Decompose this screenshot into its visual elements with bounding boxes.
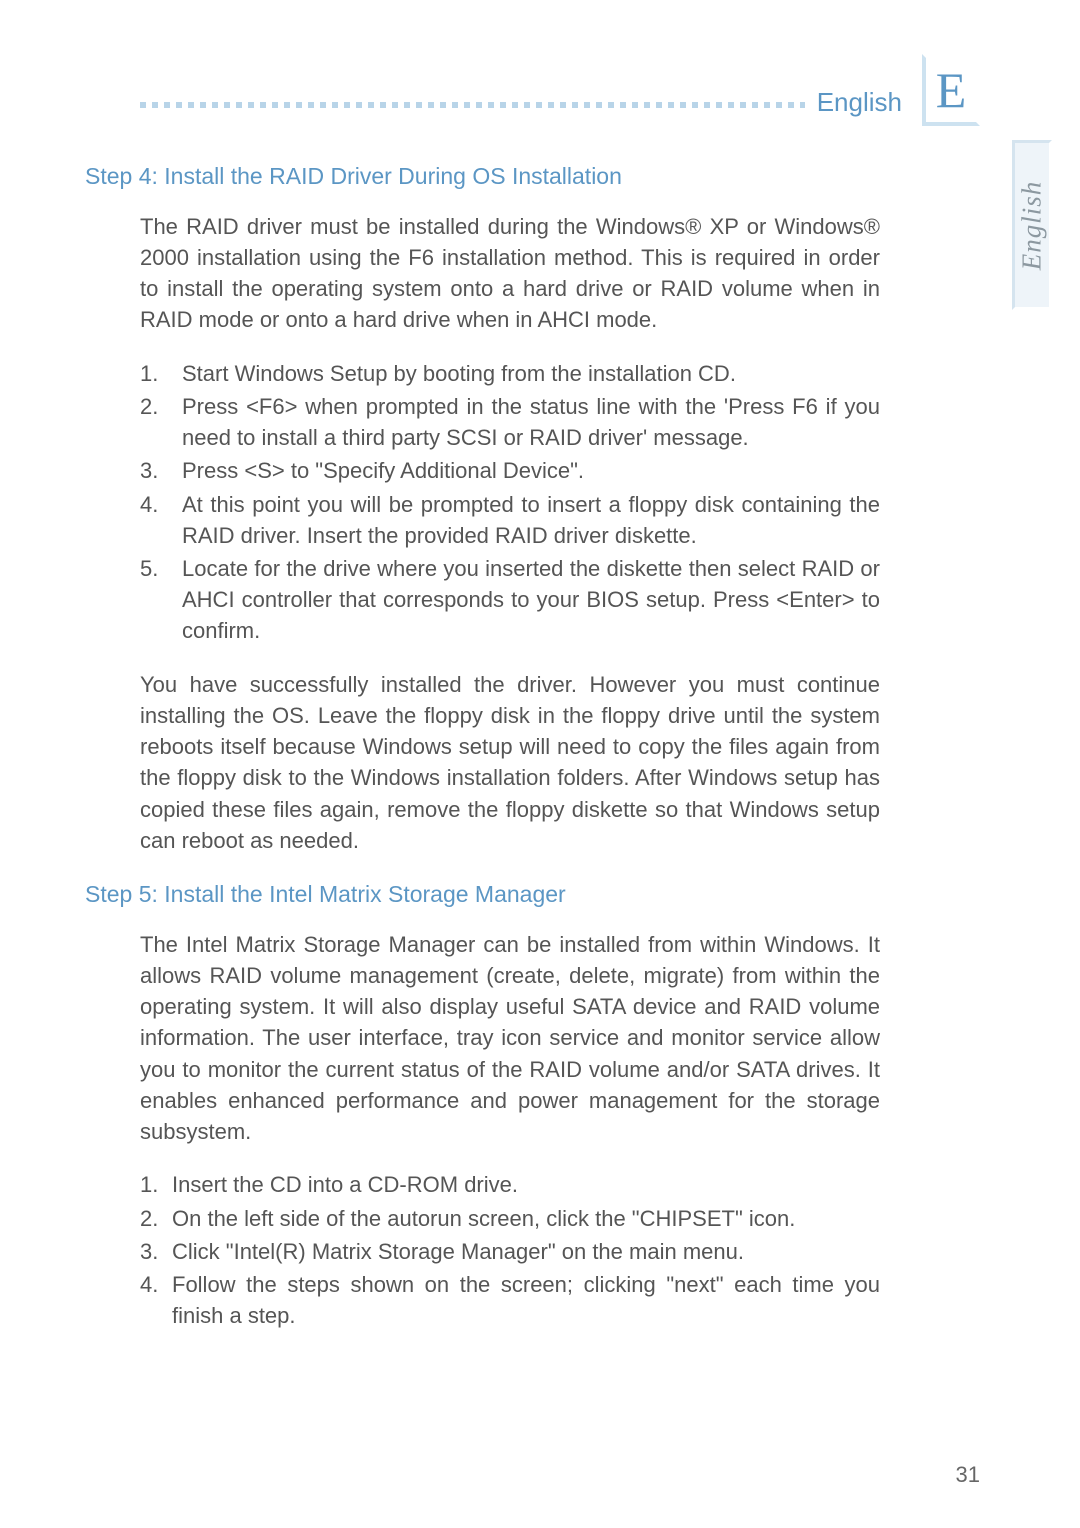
step5-intro: The Intel Matrix Storage Manager can be … <box>140 929 880 1148</box>
list-item: 5.Locate for the drive where you inserte… <box>140 553 880 647</box>
page-number: 31 <box>956 1462 980 1488</box>
language-badge-letter: E <box>936 61 967 119</box>
list-item: 1.Insert the CD into a CD-ROM drive. <box>140 1169 880 1200</box>
list-num: 4. <box>140 489 182 551</box>
list-item: 3.Click "Intel(R) Matrix Storage Manager… <box>140 1236 880 1267</box>
list-item: 4.Follow the steps shown on the screen; … <box>140 1269 880 1331</box>
list-num: 3. <box>140 455 182 486</box>
list-num: 2. <box>140 391 182 453</box>
step4-outro: You have successfully installed the driv… <box>140 669 880 856</box>
list-text: Press <F6> when prompted in the status l… <box>182 391 880 453</box>
list-num: 1. <box>140 1169 172 1200</box>
step4-heading: Step 4: Install the RAID Driver During O… <box>85 160 880 193</box>
list-text: Click "Intel(R) Matrix Storage Manager" … <box>172 1236 880 1267</box>
list-item: 2.On the left side of the autorun screen… <box>140 1203 880 1234</box>
list-num: 4. <box>140 1269 172 1331</box>
step5-heading: Step 5: Install the Intel Matrix Storage… <box>85 878 880 911</box>
header-dotted-rule <box>140 102 805 108</box>
page-content: Step 4: Install the RAID Driver During O… <box>140 160 880 1332</box>
list-item: 2.Press <F6> when prompted in the status… <box>140 391 880 453</box>
list-item: 3.Press <S> to "Specify Additional Devic… <box>140 455 880 486</box>
header-language-label: English <box>817 87 902 118</box>
list-num: 5. <box>140 553 182 647</box>
list-text: At this point you will be prompted to in… <box>182 489 880 551</box>
side-language-tab-label: English <box>1017 180 1048 270</box>
list-text: On the left side of the autorun screen, … <box>172 1203 880 1234</box>
page-header: English E <box>140 60 980 132</box>
list-text: Press <S> to "Specify Additional Device"… <box>182 455 880 486</box>
list-text: Insert the CD into a CD-ROM drive. <box>172 1169 880 1200</box>
list-text: Follow the steps shown on the screen; cl… <box>172 1269 880 1331</box>
list-num: 2. <box>140 1203 172 1234</box>
list-item: 4.At this point you will be prompted to … <box>140 489 880 551</box>
list-num: 1. <box>140 358 182 389</box>
language-badge: E <box>922 54 980 126</box>
list-num: 3. <box>140 1236 172 1267</box>
list-item: 1.Start Windows Setup by booting from th… <box>140 358 880 389</box>
side-language-tab: English <box>1012 140 1052 310</box>
step4-intro: The RAID driver must be installed during… <box>140 211 880 336</box>
list-text: Locate for the drive where you inserted … <box>182 553 880 647</box>
step4-list: 1.Start Windows Setup by booting from th… <box>140 358 880 647</box>
list-text: Start Windows Setup by booting from the … <box>182 358 880 389</box>
step5-list: 1.Insert the CD into a CD-ROM drive. 2.O… <box>140 1169 880 1331</box>
